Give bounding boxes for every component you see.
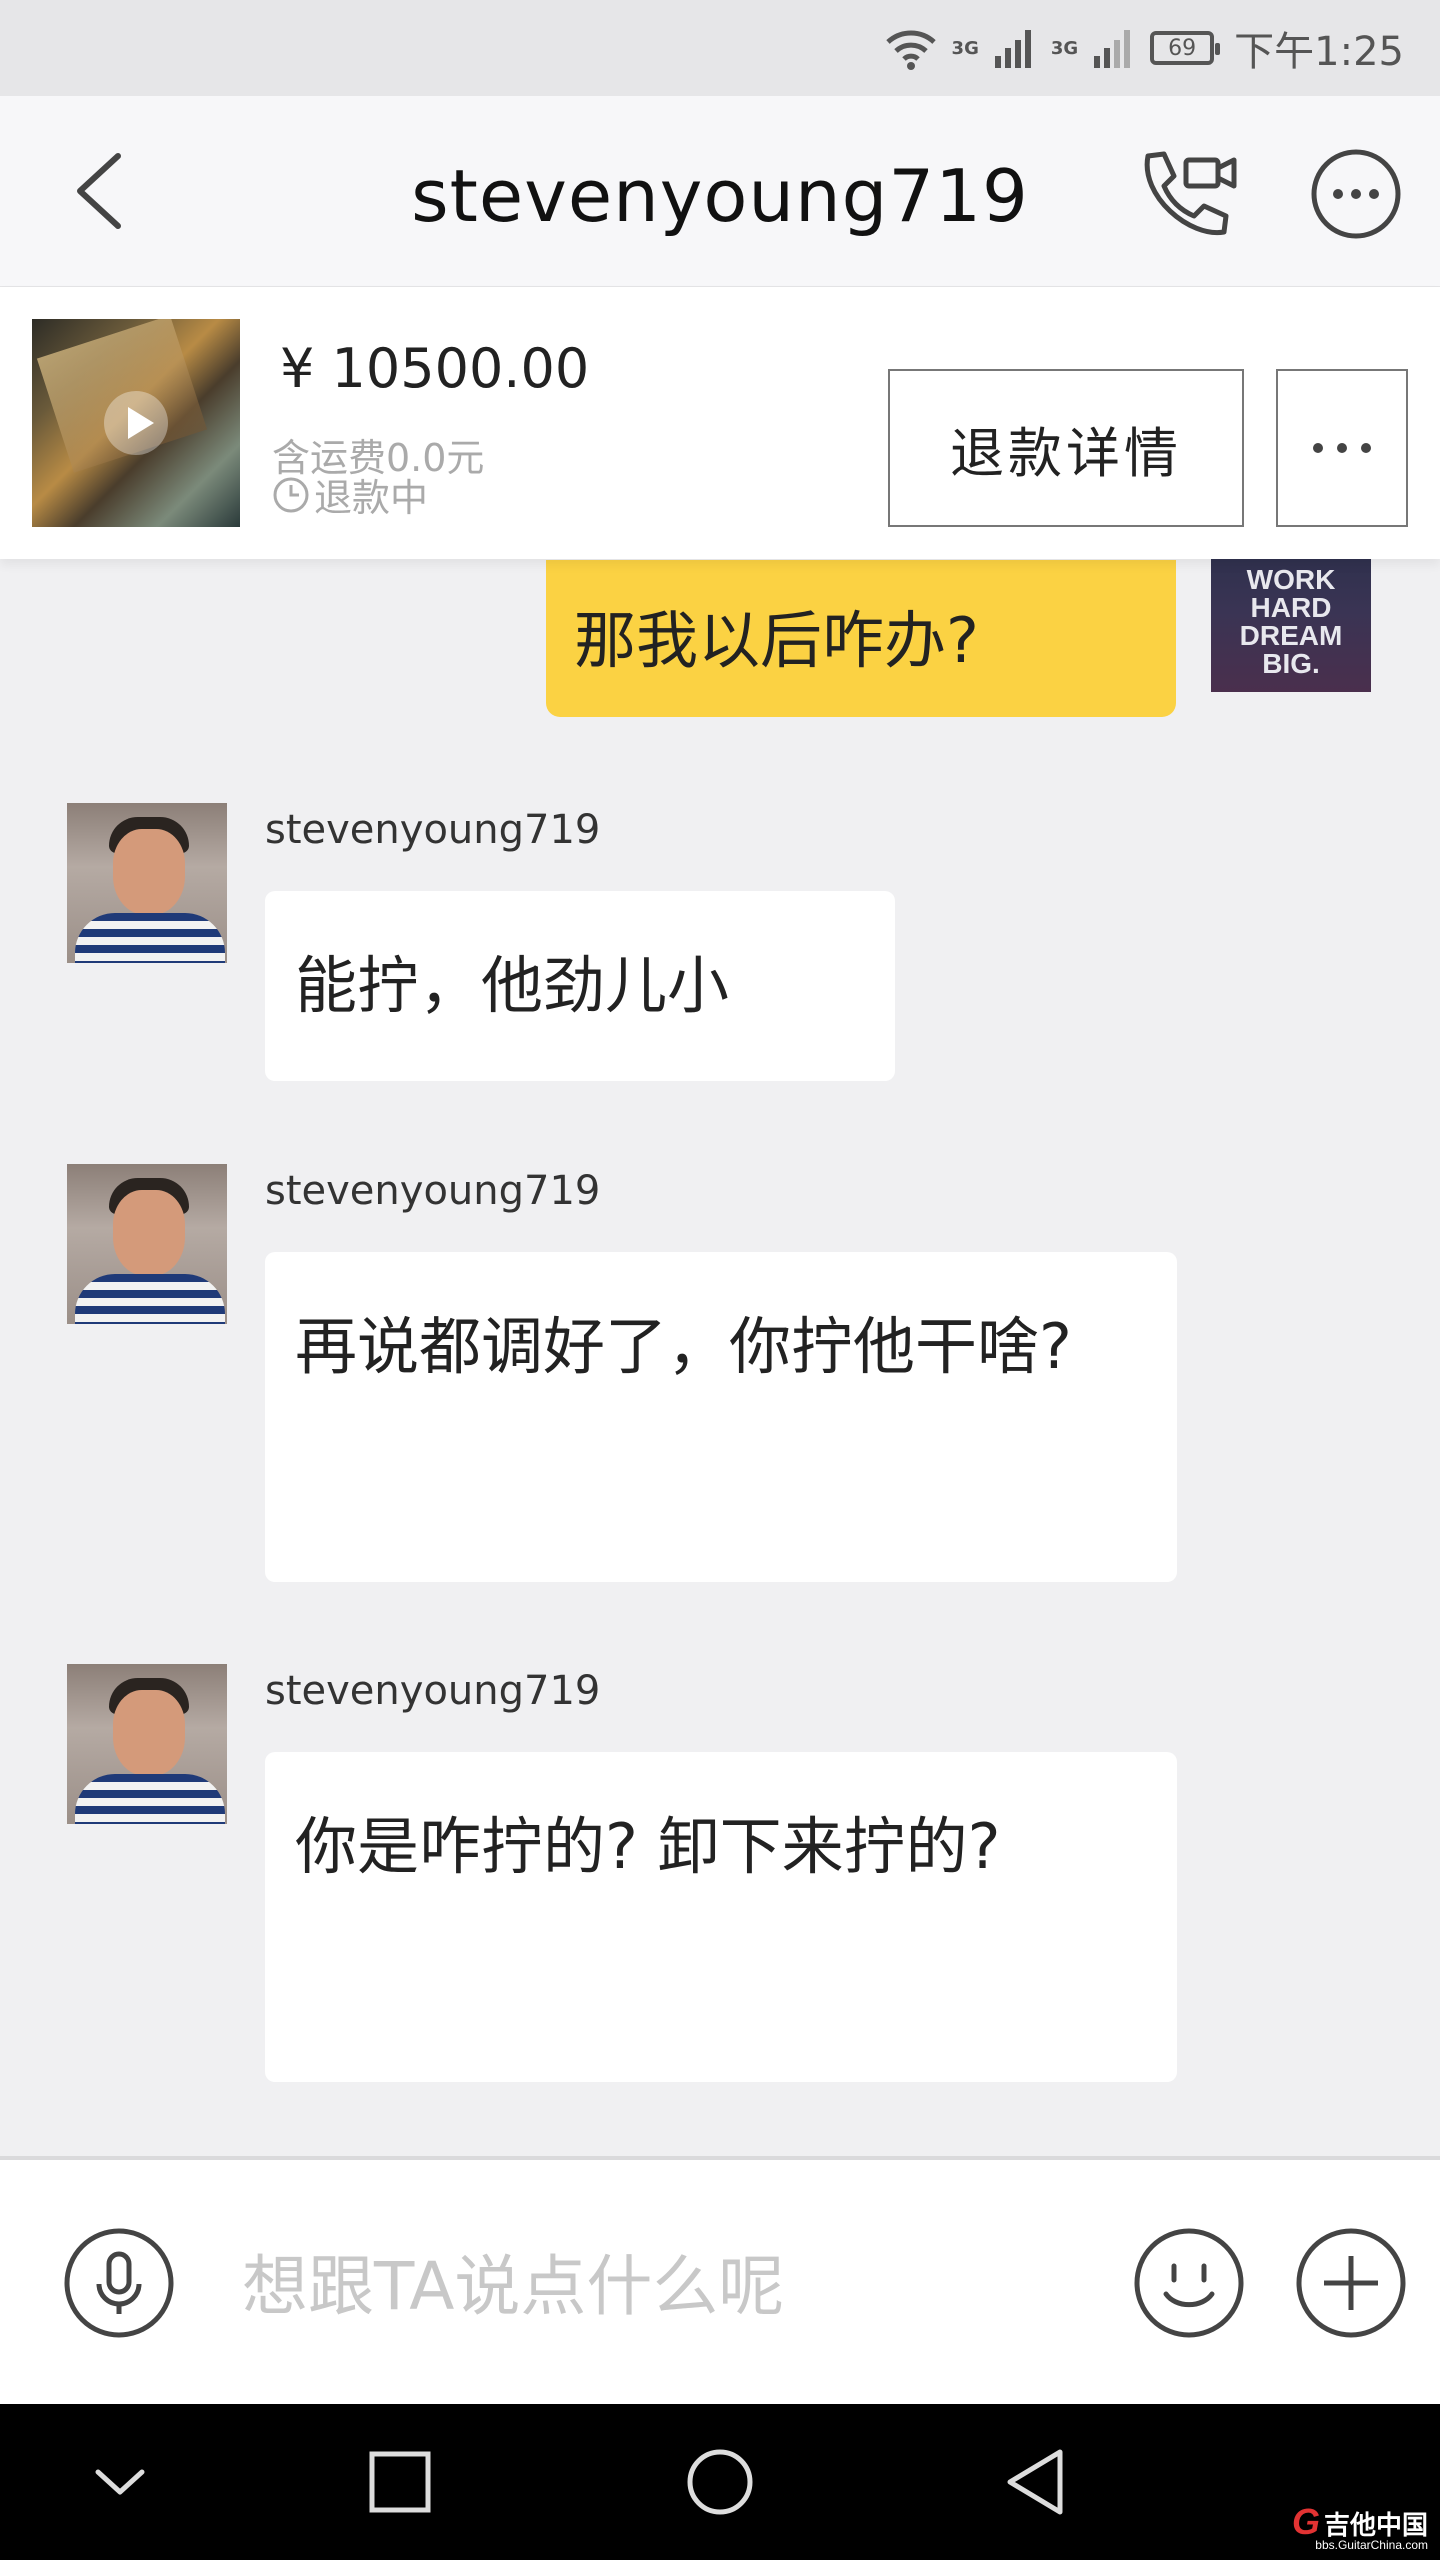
system-nav-bar: G 吉他中国 bbs.GuitarChina.com <box>0 2404 1440 2560</box>
battery-icon: 69 <box>1150 31 1221 65</box>
site-watermark: G 吉他中国 bbs.GuitarChina.com <box>1292 2504 1428 2553</box>
order-price: ¥ 10500.00 <box>280 337 590 400</box>
avatar[interactable] <box>67 1664 227 1824</box>
message-bubble[interactable]: 能拧，他劲儿小 <box>265 891 895 1081</box>
avatar[interactable] <box>67 1164 227 1324</box>
refund-status-label: 退款中 <box>314 476 429 520</box>
more-icon[interactable] <box>1308 146 1404 242</box>
message-input[interactable] <box>240 2230 1064 2342</box>
input-bar <box>0 2156 1440 2408</box>
message-bubble[interactable]: 你是咋拧的? 卸下来拧的? <box>265 1752 1177 2082</box>
order-card: ¥ 10500.00 含运费0.0元 退款中 退款详情 <box>0 287 1440 559</box>
battery-level: 69 <box>1168 35 1197 61</box>
home-icon[interactable] <box>680 2442 760 2522</box>
back-triangle-icon[interactable] <box>998 2442 1078 2522</box>
message-bubble[interactable]: 再说都调好了，你拧他干啥? <box>265 1252 1177 1582</box>
network-label-1: 3G <box>951 37 979 59</box>
signal-icon <box>1094 30 1131 68</box>
network-label-2: 3G <box>1050 37 1079 59</box>
status-bar: 3G 3G 69 下午1:25 <box>0 0 1440 96</box>
microphone-icon[interactable] <box>64 2228 174 2338</box>
emoji-icon[interactable] <box>1134 2228 1244 2338</box>
my-message-bubble[interactable]: 那我以后咋办? <box>546 560 1176 717</box>
watermark-site: 吉他中国 <box>1323 2510 1428 2540</box>
more-dots-icon <box>1313 443 1323 453</box>
sender-name: stevenyoung719 <box>265 1168 601 1214</box>
product-video-thumbnail[interactable] <box>32 319 240 527</box>
sender-name: stevenyoung719 <box>265 807 601 853</box>
status-time: 下午1:25 <box>1234 29 1404 75</box>
clock-icon <box>273 477 309 512</box>
sender-name: stevenyoung719 <box>265 1668 601 1714</box>
recent-apps-icon[interactable] <box>360 2442 440 2522</box>
refund-details-button[interactable]: 退款详情 <box>888 369 1244 527</box>
chat-header: stevenyoung719 <box>0 96 1440 287</box>
video-call-icon[interactable] <box>1130 146 1240 238</box>
wifi-icon <box>885 30 936 70</box>
order-more-button[interactable] <box>1276 369 1408 527</box>
guitar-logo-icon: G <box>1291 2501 1320 2542</box>
plus-icon[interactable] <box>1296 2228 1406 2338</box>
signal-icon <box>994 30 1031 68</box>
play-icon[interactable] <box>104 391 168 455</box>
chevron-down-icon[interactable] <box>80 2442 160 2522</box>
avatar[interactable] <box>67 803 227 963</box>
refund-status: 退款中 <box>272 467 428 522</box>
